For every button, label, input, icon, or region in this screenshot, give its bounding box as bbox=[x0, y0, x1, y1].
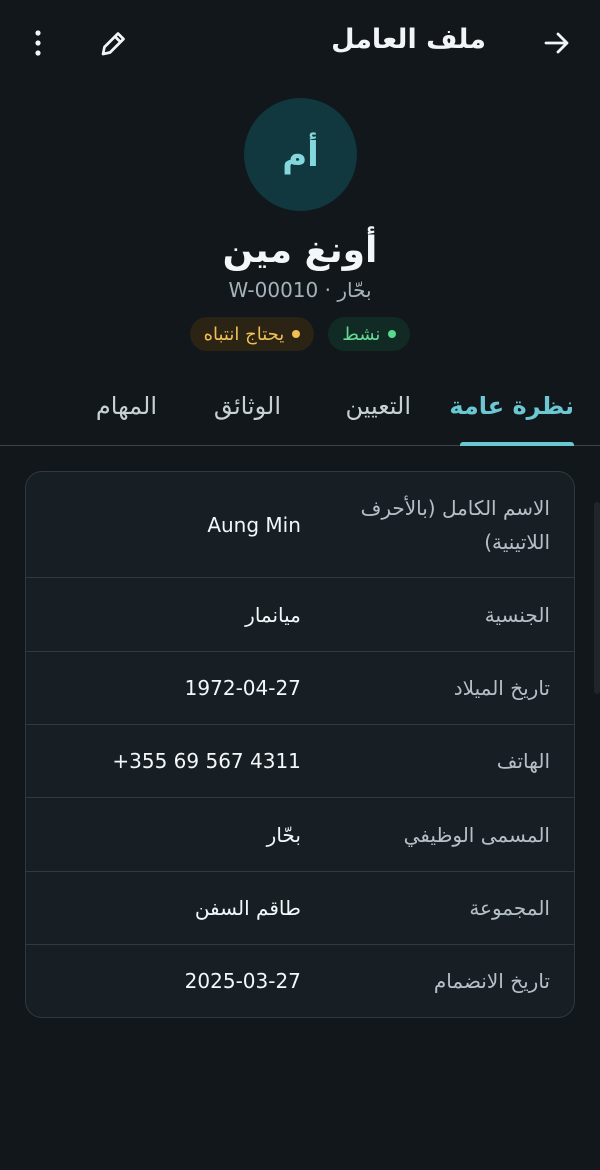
back-button[interactable] bbox=[540, 26, 574, 60]
detail-value: بحّار bbox=[266, 822, 301, 847]
status-dot-green bbox=[388, 330, 397, 338]
app-bar: ملف العامل bbox=[0, 0, 600, 88]
detail-label: تاريخ الميلاد bbox=[453, 676, 550, 700]
detail-row-nationality: الجنسية ميانمار bbox=[26, 578, 574, 652]
status-dot-yellow bbox=[292, 330, 301, 338]
detail-row-birth-date: تاريخ الميلاد 1972-04-27 bbox=[26, 652, 574, 725]
detail-row-group: المجموعة طاقم السفن bbox=[26, 872, 574, 945]
status-badge-needs-attention: يحتاج انتباه bbox=[189, 317, 315, 351]
tab-overview[interactable]: نظرة عامة bbox=[449, 392, 574, 420]
status-badges: نشط يحتاج انتباه bbox=[0, 317, 600, 351]
detail-row-job-title: المسمى الوظيفي بحّار bbox=[26, 798, 574, 872]
details-card: الاسم الكامل (بالأحرف اللاتينية) Aung Mi… bbox=[25, 471, 575, 1018]
detail-value: Aung Min bbox=[207, 512, 301, 537]
detail-label: المجموعة bbox=[469, 896, 550, 920]
scrollbar[interactable] bbox=[594, 502, 600, 694]
tab-assignment[interactable]: التعيين bbox=[345, 392, 411, 420]
edit-button[interactable] bbox=[96, 27, 130, 61]
more-options-button[interactable] bbox=[24, 27, 52, 59]
worker-id-role: W-00010 · بحّار bbox=[228, 278, 372, 302]
status-badge-label: نشط bbox=[342, 323, 381, 345]
detail-label: الاسم الكامل (بالأحرف اللاتينية) bbox=[360, 495, 550, 554]
status-badge-active: نشط bbox=[328, 317, 411, 351]
avatar-initials: أم bbox=[282, 134, 319, 175]
tab-tasks[interactable]: المهام bbox=[96, 392, 157, 420]
detail-value: 2025-03-27 bbox=[184, 969, 301, 993]
tab-documents[interactable]: الوثائق bbox=[214, 392, 281, 420]
detail-value: طاقم السفن bbox=[194, 896, 301, 920]
page-title: ملف العامل bbox=[331, 24, 486, 55]
worker-name: أونغ مين bbox=[222, 230, 378, 271]
detail-value: ميانمار bbox=[245, 602, 301, 627]
detail-label: المسمى الوظيفي bbox=[403, 822, 550, 847]
detail-row-full-name: الاسم الكامل (بالأحرف اللاتينية) Aung Mi… bbox=[26, 472, 574, 578]
detail-label: الجنسية bbox=[484, 602, 550, 627]
detail-label: الهاتف bbox=[496, 749, 550, 773]
active-tab-indicator bbox=[460, 442, 574, 446]
detail-row-join-date: تاريخ الانضمام 2025-03-27 bbox=[26, 945, 574, 1017]
arrow-right-icon bbox=[542, 28, 572, 58]
more-vertical-icon bbox=[33, 28, 43, 58]
detail-row-phone: الهاتف +355 69 567 4311 bbox=[26, 725, 574, 798]
detail-value: +355 69 567 4311 bbox=[112, 749, 301, 773]
pencil-icon bbox=[97, 28, 129, 60]
avatar: أم bbox=[244, 98, 357, 211]
detail-label: تاريخ الانضمام bbox=[433, 969, 550, 993]
status-badge-label: يحتاج انتباه bbox=[203, 323, 285, 345]
tab-bar: نظرة عامة التعيين الوثائق المهام bbox=[0, 392, 600, 446]
detail-value: 1972-04-27 bbox=[184, 676, 301, 700]
